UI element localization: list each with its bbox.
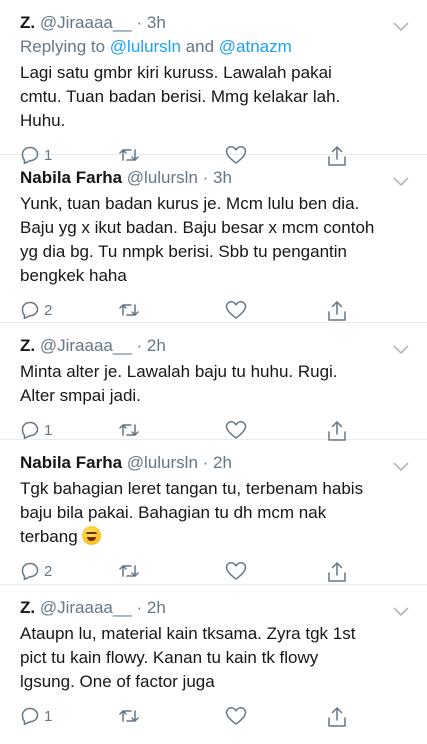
tweet[interactable]: Z. @Jiraaaa__ · 2h Minta alter je. Lawal…	[0, 323, 427, 442]
chevron-down-icon[interactable]	[393, 22, 409, 32]
tweet-text: Ataupn lu, material kain tksama. Zyra tg…	[20, 624, 356, 691]
reply-button[interactable]: 1	[20, 420, 52, 440]
like-button[interactable]	[225, 706, 247, 726]
author-name[interactable]: Nabila Farha	[20, 168, 122, 187]
tweet-header: Z. @Jiraaaa__ · 2h	[20, 335, 375, 357]
separator-dot: ·	[136, 336, 143, 355]
share-icon	[327, 706, 347, 728]
reply-count: 2	[44, 301, 53, 319]
author-handle[interactable]: @Jiraaaa__	[40, 336, 132, 355]
tweet-text: Tgk bahagian leret tangan tu, terbenam h…	[20, 477, 375, 549]
reply-icon	[20, 706, 40, 726]
separator-dot: ·	[136, 13, 143, 32]
tweet-actions: 1	[20, 702, 375, 744]
tweet[interactable]: Z. @Jiraaaa__ · 3h Replying to @lulursln…	[0, 0, 427, 166]
retweet-icon	[118, 300, 140, 320]
separator-dot: ·	[136, 598, 143, 617]
separator-dot: ·	[202, 453, 209, 472]
author-handle[interactable]: @lulursln	[127, 168, 198, 187]
tweet-header: Z. @Jiraaaa__ · 3h	[20, 12, 375, 34]
reply-icon	[20, 561, 40, 581]
share-icon	[327, 300, 347, 322]
timestamp[interactable]: 3h	[213, 168, 232, 187]
like-button[interactable]	[225, 300, 247, 320]
author-handle[interactable]: @lulursln	[127, 453, 198, 472]
author-name[interactable]: Nabila Farha	[20, 453, 122, 472]
share-button[interactable]	[327, 420, 347, 442]
author-handle[interactable]: @Jiraaaa__	[40, 13, 132, 32]
tweet[interactable]: Z. @Jiraaaa__ · 2h Ataupn lu, material k…	[0, 585, 427, 727]
share-icon	[327, 561, 347, 583]
retweet-icon	[118, 561, 140, 581]
reply-button[interactable]: 2	[20, 300, 52, 320]
replying-to-conjunction: and	[185, 37, 215, 56]
author-name[interactable]: Z.	[20, 13, 35, 32]
reply-count: 1	[44, 421, 53, 439]
laughing-emoji-icon	[81, 526, 101, 545]
retweet-button[interactable]	[118, 420, 140, 440]
tweet[interactable]: Nabila Farha @lulursln · 2h Tgk bahagian…	[0, 440, 427, 585]
mention-link[interactable]: @lulursln	[110, 37, 181, 56]
reply-count: 2	[44, 562, 53, 580]
retweet-icon	[118, 420, 140, 440]
tweet-header: Nabila Farha @lulursln · 2h	[20, 452, 375, 474]
separator-dot: ·	[202, 168, 209, 187]
heart-icon	[225, 300, 247, 320]
tweet-text: Lagi satu gmbr kiri kuruss. Lawalah paka…	[20, 63, 341, 130]
retweet-icon	[118, 706, 140, 726]
timestamp[interactable]: 3h	[147, 13, 166, 32]
replying-to: Replying to @lulursln and @atnazm	[20, 36, 375, 58]
chevron-down-icon[interactable]	[393, 607, 409, 617]
reply-count: 1	[44, 707, 53, 725]
tweet[interactable]: Nabila Farha @lulursln · 3h Yunk, tuan b…	[0, 155, 427, 323]
reply-button[interactable]: 1	[20, 706, 52, 726]
reply-button[interactable]: 2	[20, 561, 52, 581]
share-icon	[327, 420, 347, 442]
tweet-feed: Z. @Jiraaaa__ · 3h Replying to @lulursln…	[0, 0, 427, 727]
author-handle[interactable]: @Jiraaaa__	[40, 598, 132, 617]
retweet-button[interactable]	[118, 300, 140, 320]
chevron-down-icon[interactable]	[393, 462, 409, 472]
tweet-header: Nabila Farha @lulursln · 3h	[20, 167, 375, 189]
like-button[interactable]	[225, 420, 247, 440]
retweet-button[interactable]	[118, 706, 140, 726]
share-button[interactable]	[327, 561, 347, 583]
tweet-text: Yunk, tuan badan kurus je. Mcm lulu ben …	[20, 194, 375, 285]
share-button[interactable]	[327, 706, 347, 728]
mention-link[interactable]: @atnazm	[219, 37, 292, 56]
reply-icon	[20, 420, 40, 440]
retweet-button[interactable]	[118, 561, 140, 581]
chevron-down-icon[interactable]	[393, 177, 409, 187]
like-button[interactable]	[225, 561, 247, 581]
tweet-header: Z. @Jiraaaa__ · 2h	[20, 597, 375, 619]
timestamp[interactable]: 2h	[147, 336, 166, 355]
share-button[interactable]	[327, 300, 347, 322]
heart-icon	[225, 420, 247, 440]
timestamp[interactable]: 2h	[213, 453, 232, 472]
reply-icon	[20, 300, 40, 320]
author-name[interactable]: Z.	[20, 336, 35, 355]
tweet-text: Minta alter je. Lawalah baju tu huhu. Ru…	[20, 362, 338, 405]
author-name[interactable]: Z.	[20, 598, 35, 617]
replying-to-label: Replying to	[20, 37, 106, 56]
timestamp[interactable]: 2h	[147, 598, 166, 617]
chevron-down-icon[interactable]	[393, 345, 409, 355]
tweet-text-content: Tgk bahagian leret tangan tu, terbenam h…	[20, 479, 364, 546]
heart-icon	[225, 706, 247, 726]
heart-icon	[225, 561, 247, 581]
